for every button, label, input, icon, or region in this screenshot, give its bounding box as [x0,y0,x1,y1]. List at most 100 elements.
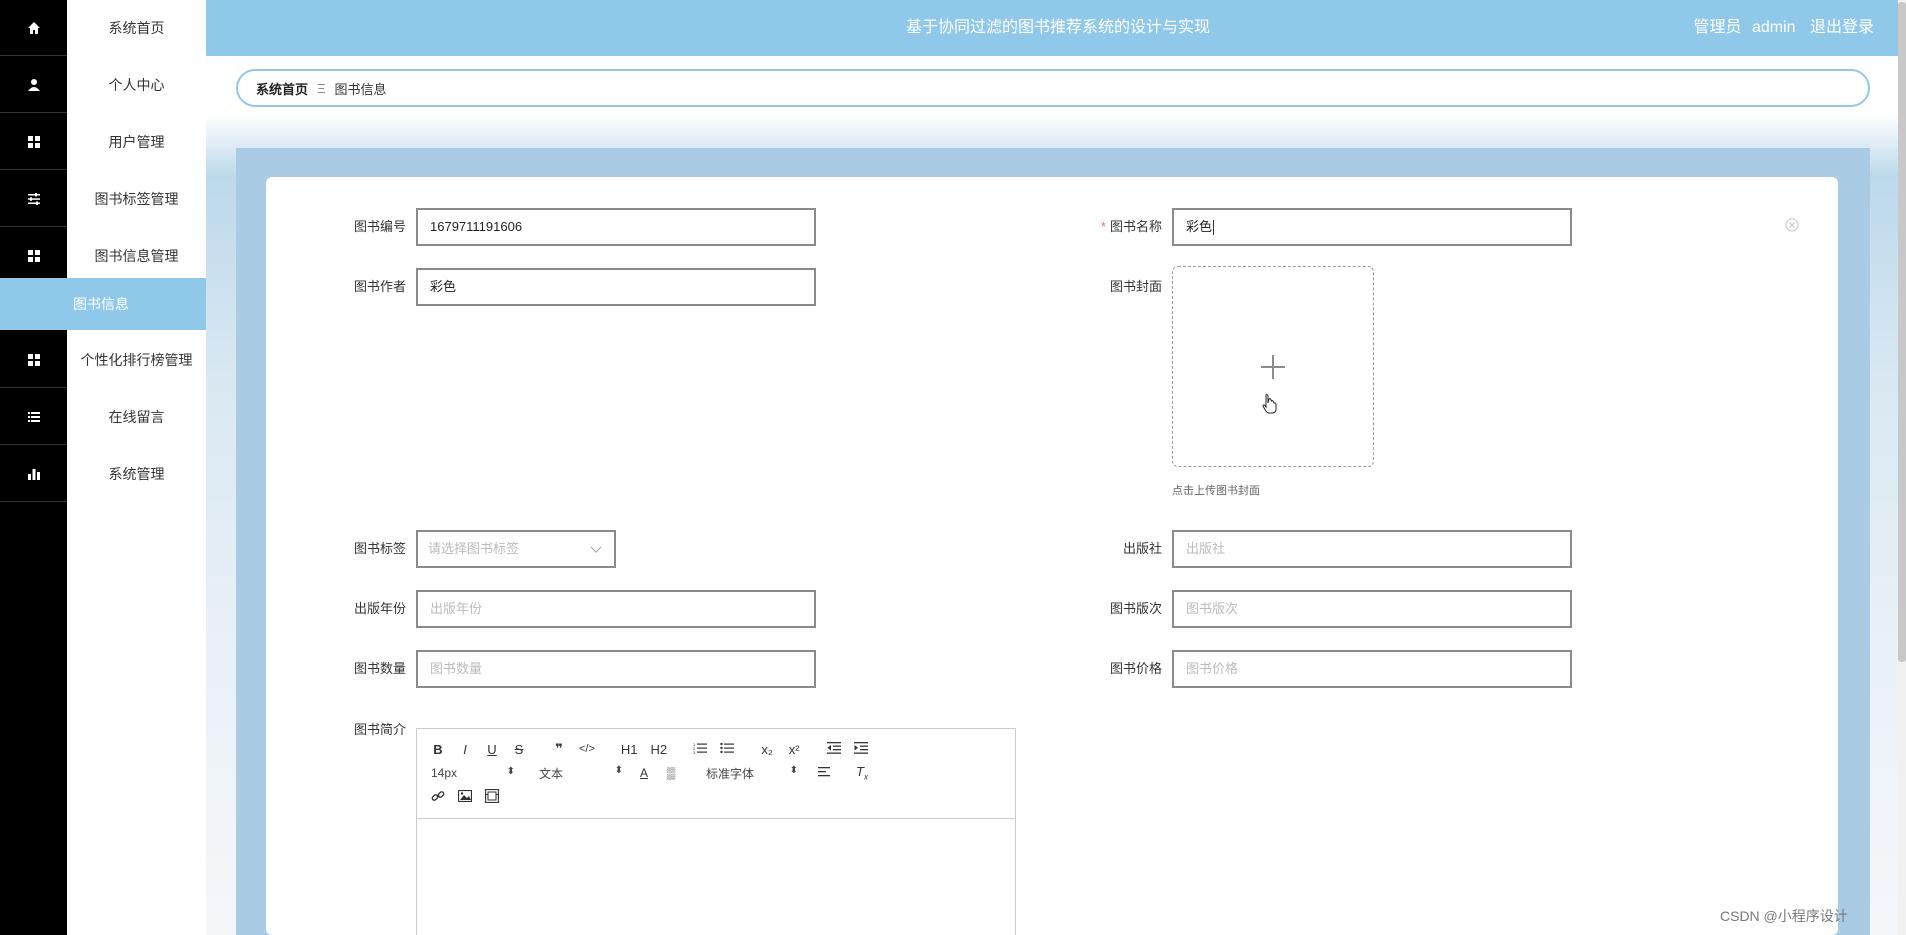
app-title: 基于协同过滤的图书推荐系统的设计与实现 [906,19,1211,36]
close-icon[interactable] [1785,218,1799,232]
tag-select-placeholder: 请选择图书标签 [428,541,520,556]
book-name-label: * 图书名称 [1062,208,1162,246]
year-input[interactable]: 出版年份 [416,590,816,628]
sidebar-item-label: 图书信息管理 [94,248,179,264]
intro-label: 图书简介 [353,722,406,737]
edition-input[interactable]: 图书版次 [1172,590,1572,628]
font-color-icon[interactable]: A [637,766,651,780]
bar-chart-icon [0,446,67,502]
book-name-label-text: 图书名称 [1109,219,1162,234]
scrollbar-thumb[interactable] [1898,2,1906,662]
book-name-input[interactable]: 彩色 [1172,208,1572,246]
page-scrollbar[interactable] [1898,0,1906,935]
editor-body[interactable] [417,819,1015,935]
sidebar-item-label: 个人中心 [108,77,165,93]
price-input[interactable]: 图书价格 [1172,650,1572,688]
tag-select[interactable]: 请选择图书标签 [416,530,616,568]
sidebar-item-system[interactable]: 系统管理 [0,446,206,502]
outdent-icon[interactable] [827,741,842,757]
home-icon [0,0,67,56]
strike-button[interactable]: S [512,742,526,757]
sidebar-item-label: 系统管理 [108,466,165,482]
author-label: 图书作者 [353,279,406,294]
subscript-button[interactable]: x₂ [760,742,774,757]
user-area: 管理员 admin 退出登录 [1683,0,1874,56]
grid-icon [0,332,67,388]
breadcrumb-separator: Ξ [317,80,326,96]
publisher-label: 出版社 [1122,541,1162,556]
superscript-button[interactable]: x² [787,742,801,757]
text-caret [1213,220,1215,236]
price-label: 图书价格 [1109,661,1162,676]
bullet-list-icon[interactable] [720,742,735,757]
svg-text:3: 3 [693,750,696,754]
sidebar-item-personal[interactable]: 个人中心 [0,57,206,113]
h2-button[interactable]: H2 [651,742,668,757]
breadcrumb: 系统首页 Ξ 图书信息 [236,69,1870,107]
logout-link[interactable]: 退出登录 [1810,19,1874,36]
breadcrumb-current: 图书信息 [334,81,387,97]
updown-icon: ⬍ [614,764,623,776]
font-size-select[interactable]: 14px ⬍ [431,766,515,780]
sliders-icon [0,171,67,227]
font-family-value: 标准字体 [706,766,755,781]
rich-text-editor: B I U S ❞ </> H1 H2 123 x₂ x² 14px ⬍ 文本 … [416,728,1016,935]
publisher-input[interactable]: 出版社 [1172,530,1572,568]
image-icon[interactable] [457,789,473,805]
plus-icon [1261,355,1285,379]
sidebar-item-messages[interactable]: 在线留言 [0,389,206,445]
watermark: CSDN @小程序设计 [1720,908,1848,924]
quantity-label: 图书数量 [353,661,406,676]
sidebar-item-users[interactable]: 用户管理 [0,114,206,170]
editor-toolbar: B I U S ❞ </> H1 H2 123 x₂ x² 14px ⬍ 文本 … [417,729,1015,819]
underline-button[interactable]: U [485,742,499,757]
italic-button[interactable]: I [458,742,472,757]
sidebar-item-label: 在线留言 [108,409,165,425]
book-no-label: 图书编号 [353,219,406,234]
indent-icon[interactable] [854,741,869,757]
sidebar-item-book-tags[interactable]: 图书标签管理 [0,171,206,227]
year-label: 出版年份 [353,601,406,616]
sidebar-item-label: 图书标签管理 [94,191,179,207]
grid-icon [0,114,67,170]
book-no-input[interactable]: 1679711191606 [416,208,816,246]
breadcrumb-home[interactable]: 系统首页 [256,79,308,98]
font-family-select[interactable]: 标准字体 ⬍ [706,765,798,782]
h1-button[interactable]: H1 [621,742,638,757]
align-icon[interactable] [818,766,832,781]
blockquote-button[interactable]: ❞ [552,741,566,757]
book-name-value: 彩色 [1186,219,1213,234]
author-input[interactable]: 彩色 [416,268,816,306]
ordered-list-icon[interactable]: 123 [693,742,708,757]
heading-select[interactable]: 文本 ⬍ [539,765,623,782]
cover-upload-area[interactable] [1172,266,1374,467]
cover-label: 图书封面 [1109,279,1162,294]
sidebar-item-label: 个性化排行榜管理 [80,352,193,368]
user-icon [0,57,67,113]
sidebar-item-home[interactable]: 系统首页 [0,0,206,56]
hand-cursor-icon [1262,394,1277,414]
sidebar: 系统首页 个人中心 用户管理 图书标签管理 图书信息管理 图书信息 个性化排行榜… [0,0,206,935]
bold-button[interactable]: B [431,742,445,757]
tag-label: 图书标签 [353,541,406,556]
top-header: 基于协同过滤的图书推荐系统的设计与实现 管理员 admin 退出登录 [206,0,1906,56]
sidebar-item-book-info[interactable]: 图书信息管理 [0,228,206,284]
code-button[interactable]: </> [579,743,595,755]
sidebar-subitem-book-info[interactable]: 图书信息 [0,278,206,330]
heading-value: 文本 [539,766,564,781]
user-role: 管理员 [1693,19,1742,36]
list-icon [0,389,67,445]
cover-upload-tip: 点击上传图书封面 [1172,485,1260,497]
link-icon[interactable] [431,789,445,806]
sidebar-item-label: 系统首页 [108,20,165,36]
font-size-value: 14px [431,766,458,780]
background-color-icon[interactable]: ▒ [664,766,678,780]
sidebar-item-ranking[interactable]: 个性化排行榜管理 [0,332,206,388]
quantity-input[interactable]: 图书数量 [416,650,816,688]
video-icon[interactable] [484,788,500,806]
clear-format-icon[interactable]: Tx [855,764,869,782]
updown-icon: ⬍ [789,764,798,776]
username: admin [1751,19,1796,36]
edition-label: 图书版次 [1109,601,1162,616]
grid-icon [0,228,67,284]
